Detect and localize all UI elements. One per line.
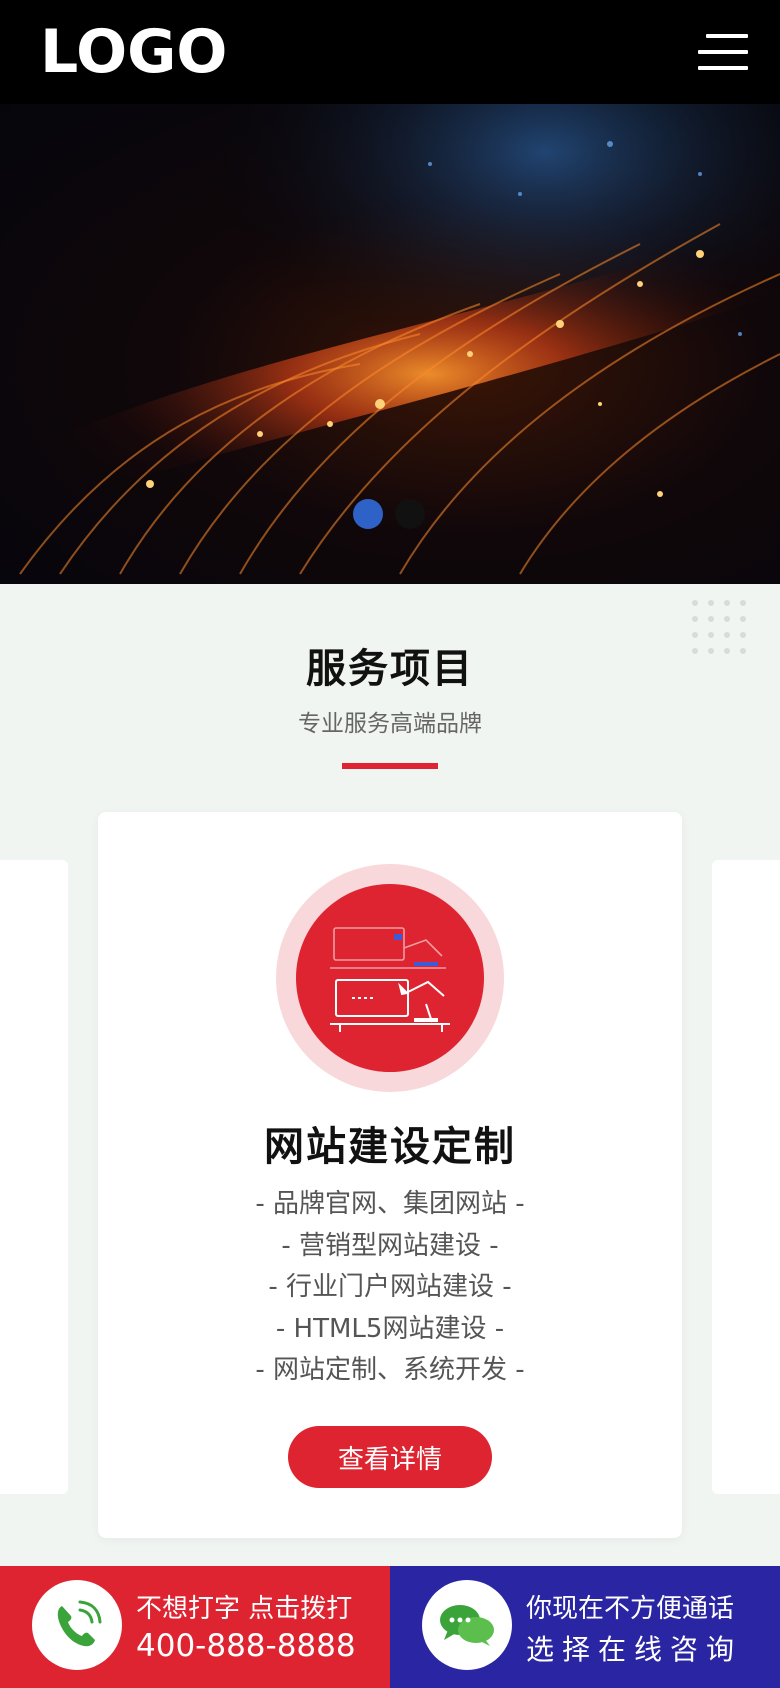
list-item: - 网站定制、系统开发 - (255, 1355, 525, 1385)
chat-action-text: 选择在线咨询 (526, 1633, 743, 1666)
carousel-card-next[interactable] (712, 860, 780, 1494)
section-title: 服务项目 (306, 646, 474, 692)
card-feature-list: - 品牌官网、集团网站 - - 营销型网站建设 - - 行业门户网站建设 - -… (98, 1184, 682, 1392)
slider-dot-1[interactable] (353, 499, 383, 529)
hero-banner[interactable] (0, 104, 780, 584)
section-divider (342, 763, 438, 769)
online-consult-button[interactable]: 你现在不方便通话 选择在线咨询 (390, 1566, 780, 1688)
call-prompt-text: 不想打字 点击拨打 (136, 1594, 353, 1624)
list-item: - 行业门户网站建设 - (268, 1272, 512, 1302)
section-subtitle: 专业服务高端品牌 (298, 711, 482, 737)
slider-dot-2[interactable] (395, 499, 425, 529)
site-logo[interactable]: LOGO (40, 20, 227, 84)
bottom-contact-bar: 不想打字 点击拨打 400-888-8888 你现在不方便通话 选择在线咨询 (0, 1566, 780, 1688)
phone-icon (32, 1580, 122, 1670)
top-header: LOGO (0, 0, 780, 104)
chat-prompt-text: 你现在不方便通话 (526, 1594, 735, 1624)
website-design-icon (276, 864, 504, 1092)
call-button[interactable]: 不想打字 点击拨打 400-888-8888 (0, 1566, 390, 1688)
view-details-button[interactable]: 查看详情 (288, 1426, 492, 1488)
list-item: - 品牌官网、集团网站 - (255, 1189, 525, 1219)
list-item: - HTML5网站建设 - (275, 1313, 505, 1344)
banner-image (0, 104, 780, 584)
list-item: - 营销型网站建设 - (281, 1230, 499, 1261)
service-card: 网站建设定制 - 品牌官网、集团网站 - - 营销型网站建设 - - 行业门户网… (98, 812, 682, 1538)
card-title: 网站建设定制 (264, 1124, 516, 1170)
hamburger-menu-icon[interactable] (698, 34, 748, 70)
chat-bubble-icon (422, 1580, 512, 1670)
carousel-card-prev[interactable] (0, 860, 68, 1494)
phone-number: 400-888-8888 (136, 1628, 356, 1664)
